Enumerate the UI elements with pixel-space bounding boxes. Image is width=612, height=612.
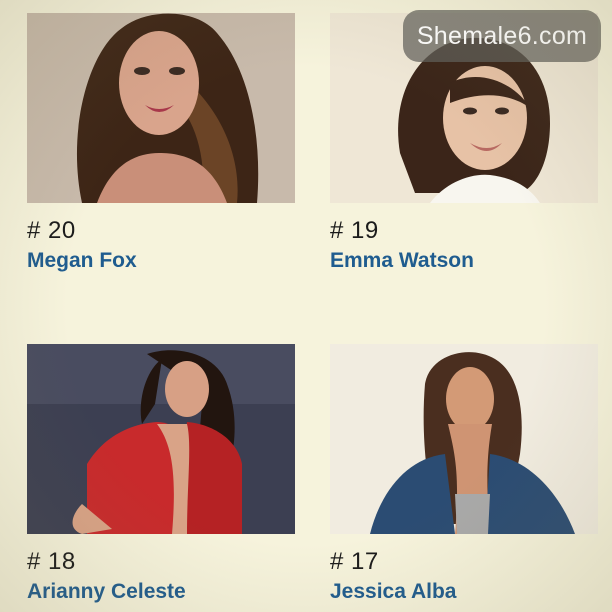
portrait-image (27, 13, 295, 203)
portrait-image (330, 344, 598, 534)
rank-number: # 20 (27, 217, 76, 244)
ranking-card-18: # 18 Arianny Celeste (27, 344, 295, 604)
celebrity-name-link[interactable]: Jessica Alba (330, 580, 598, 604)
ranking-card-17: # 17 Jessica Alba (330, 344, 598, 604)
rank-number: # 17 (330, 548, 379, 575)
rank-number: # 19 (330, 217, 379, 244)
profile-photo[interactable] (27, 13, 295, 203)
ranking-card-20: # 20 Megan Fox (27, 13, 295, 273)
rank-number: # 18 (27, 548, 76, 575)
watermark-label: Shemale6.com (403, 10, 601, 62)
celebrity-name-link[interactable]: Emma Watson (330, 249, 598, 273)
portrait-image (27, 344, 295, 534)
profile-photo[interactable] (27, 344, 295, 534)
celebrity-name-link[interactable]: Arianny Celeste (27, 580, 295, 604)
celebrity-name-link[interactable]: Megan Fox (27, 249, 295, 273)
profile-photo[interactable] (330, 344, 598, 534)
